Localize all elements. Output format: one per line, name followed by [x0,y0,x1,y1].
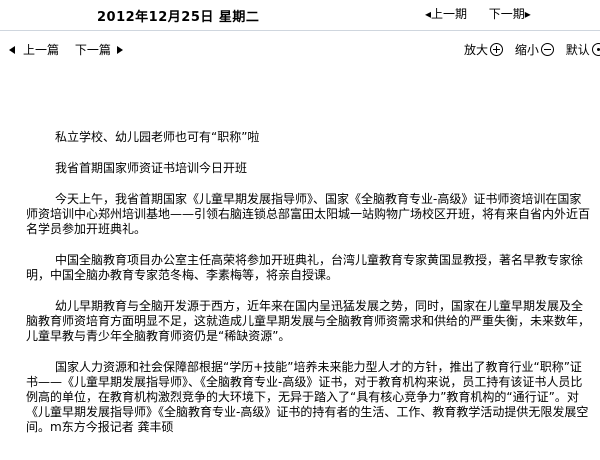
article-title: 私立学校、幼儿园老师也可有“职称”啦 [55,130,260,144]
dot-circle-icon [591,43,600,56]
article-toolbar: 上一篇 下一篇 放大 缩小 默认 [0,30,600,69]
zoom-controls: 放大 缩小 默认 [464,41,600,58]
article-paragraph-3: 幼儿早期教育与全脑开发源于西方，近年来在国内呈迅猛发展之势，同时，国家在儿童早期… [26,299,591,343]
minus-circle-icon [540,43,554,56]
article-subtitle: 我省首期国家师资证书培训今日开班 [55,161,248,175]
zoom-in-button[interactable]: 放大 [464,41,504,58]
date-header-bar: 2012年12月25日 星期二 ◂上一期 下一期▸ [0,0,600,30]
article-paragraph-1: 今天上午，我省首期国家《儿童早期发展指导师》、国家《全脑教育专业-高级》证书师资… [26,192,591,236]
next-issue-link[interactable]: 下一期▸ [489,7,531,21]
chevron-right-icon: ▸ [524,7,531,21]
issue-date: 2012年12月25日 星期二 [97,10,260,25]
prev-issue-label: 上一期 [431,7,468,21]
article-paragraph-2: 中国全脑教育项目办公室主任高荣将参加开班典礼，台湾儿童教育专家黄国显教授，著名早… [26,253,584,282]
zoom-out-label: 缩小 [514,43,539,57]
next-article-label: 下一篇 [74,43,111,57]
prev-article-button[interactable]: 上一篇 [9,41,59,58]
plus-circle-icon [490,43,504,56]
triangle-right-icon [116,46,123,54]
zoom-out-button[interactable]: 缩小 [515,41,554,58]
prev-issue-link[interactable]: ◂上一期 [425,7,471,21]
prev-article-label: 上一篇 [23,43,60,57]
article-navigation: 上一篇 下一篇 [9,41,135,58]
issue-navigation: ◂上一期 下一期▸ [425,5,531,22]
article-paragraph-4: 国家人力资源和社会保障部根据“学历+技能”培养未来能力型人才的方针，推出了教育行… [26,360,589,434]
next-article-button[interactable]: 下一篇 [75,41,123,58]
zoom-in-label: 放大 [464,43,489,57]
article-body: 私立学校、幼儿园老师也可有“职称”啦 我省首期国家师资证书培训今日开班 今天上午… [26,130,590,451]
default-size-button[interactable]: 默认 [566,41,600,58]
triangle-left-icon [9,46,15,54]
default-size-label: 默认 [565,43,590,57]
next-issue-label: 下一期 [488,7,525,21]
